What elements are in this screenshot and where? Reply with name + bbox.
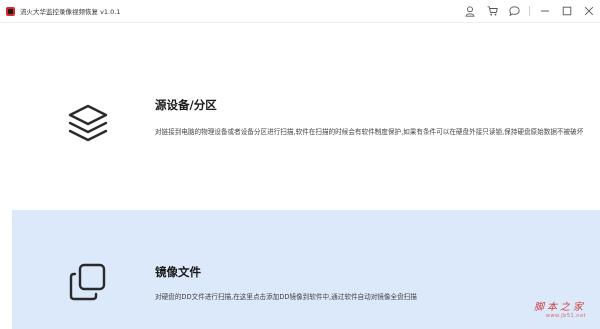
option-image-file[interactable]: 镜像文件 对硬盘的DD文件进行扫描,在这里点击添加DD镜像到软件中,通过软件自动… (12, 210, 600, 329)
watermark-text: 脚本之家 (534, 302, 586, 313)
message-icon[interactable] (503, 0, 525, 22)
window-title: 流火大华监控录像视频恢复 v1.0.1 (20, 8, 121, 16)
title-bar: 流火大华监控录像视频恢复 v1.0.1 (0, 0, 600, 23)
cart-icon[interactable] (481, 0, 503, 22)
option-description: 对链接到电脑的物理设备或者设备分区进行扫描,软件在扫描的时候会有软件制度保护,如… (155, 128, 584, 136)
close-icon[interactable] (578, 0, 600, 22)
app-logo-icon (6, 6, 15, 16)
maximize-icon[interactable] (556, 0, 578, 22)
app-window: 流火大华监控录像视频恢复 v1.0.1 源设备/分区 对链接到电脑的物理设备或者… (0, 0, 600, 329)
minimize-icon[interactable] (534, 0, 556, 22)
titlebar-controls (459, 0, 600, 22)
watermark-logo: 脚本之家 www.jb51.net (534, 298, 586, 319)
option-source-device[interactable]: 源设备/分区 对链接到电脑的物理设备或者设备分区进行扫描,软件在扫描的时候会有软… (12, 30, 600, 198)
option-title: 源设备/分区 (155, 98, 217, 112)
option-title: 镜像文件 (155, 265, 201, 279)
titlebar-separator (529, 6, 530, 16)
option-description: 对硬盘的DD文件进行扫描,在这里点击添加DD镜像到软件中,通过软件自动对镜像全盘… (155, 293, 417, 301)
watermark-url: www.jb51.net (545, 313, 586, 319)
user-icon[interactable] (459, 0, 481, 22)
copy-icon (66, 260, 110, 304)
layers-icon (66, 102, 110, 146)
